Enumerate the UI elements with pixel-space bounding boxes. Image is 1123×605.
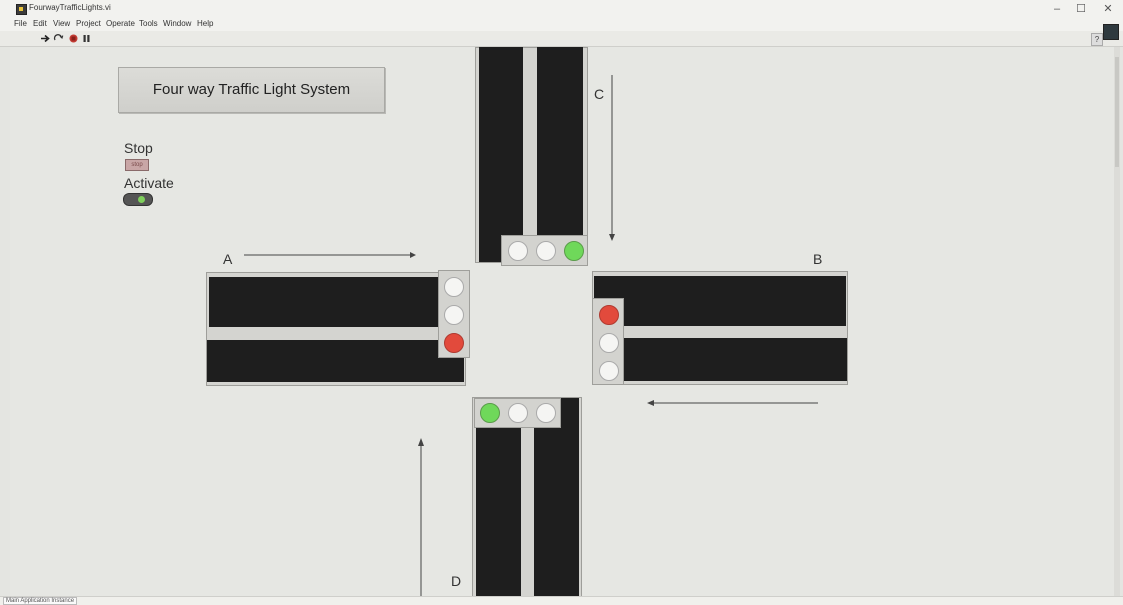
west-lamp-3 <box>444 333 464 353</box>
arrow-a-icon <box>244 252 416 258</box>
north-lamp-1 <box>508 241 528 261</box>
traffic-light-west <box>438 270 470 358</box>
east-lamp-3 <box>599 361 619 381</box>
labview-window: FourwayTrafficLights.vi – ☐ ✕ File Edit … <box>0 0 1123 605</box>
arrow-d-icon <box>418 438 424 597</box>
application-instance: Main Application Instance <box>3 597 78 605</box>
north-lamp-2 <box>536 241 556 261</box>
south-lamp-2 <box>508 403 528 423</box>
west-lamp-1 <box>444 277 464 297</box>
traffic-light-north <box>501 235 588 266</box>
west-lamp-2 <box>444 305 464 325</box>
north-lamp-3 <box>564 241 584 261</box>
traffic-light-east <box>592 298 624 385</box>
south-lamp-1 <box>480 403 500 423</box>
traffic-light-south <box>474 398 561 428</box>
east-lamp-1 <box>599 305 619 325</box>
arrow-b-icon <box>647 400 818 406</box>
status-bar: Main Application Instance <box>0 596 1123 605</box>
direction-arrows <box>244 75 818 597</box>
east-lamp-2 <box>599 333 619 353</box>
scrollbar-thumb[interactable] <box>1115 57 1119 167</box>
vertical-scrollbar[interactable] <box>1114 47 1120 597</box>
arrow-c-icon <box>609 75 615 241</box>
south-lamp-3 <box>536 403 556 423</box>
